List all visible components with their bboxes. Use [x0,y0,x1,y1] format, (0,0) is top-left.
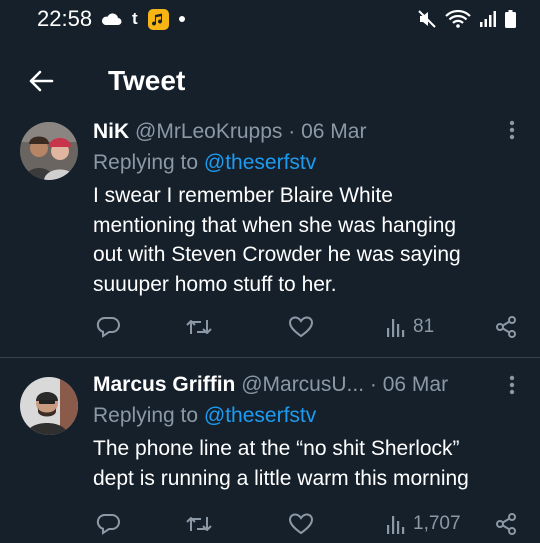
retweet-icon [186,320,212,334]
replying-to-handle[interactable]: @theserfstv [204,404,316,427]
status-bar: 22:58 t [0,0,540,40]
tweet-date[interactable]: 06 Mar [301,120,366,143]
views-button[interactable]: 1,707 [385,509,461,539]
tweet-text-line: I swear I remember Blaire White [93,184,393,207]
tweet-text-line: dept is running a little warm this morni… [93,466,469,490]
tweet-text: The phone line at the “no shit Sherlock”… [93,434,520,493]
notification-dot-icon [178,16,185,22]
views-count: 81 [413,316,435,337]
mute-icon [418,10,436,28]
tweet-actions: 81 [93,312,520,342]
views-icon [387,516,405,534]
music-app-icon [147,8,169,30]
like-icon [288,513,314,535]
replying-to-handle[interactable]: @theserfstv [204,151,316,174]
more-vertical-icon [509,120,515,140]
tweet-date[interactable]: 06 Mar [383,373,448,396]
views-icon [387,319,405,337]
back-arrow-icon [29,70,54,92]
status-right-icons [417,7,516,31]
replying-to-label: Replying to [93,404,199,427]
status-left-icons: t [100,7,185,31]
more-vertical-icon [509,375,515,395]
tweet-reply[interactable]: Marcus Griffin @MarcusU... · 06 Mar Repl… [0,359,540,543]
replying-to-label: Replying to [93,151,199,174]
tweet-header: Tweet [0,56,540,108]
cloud-icon [101,13,122,25]
share-button[interactable] [494,312,518,342]
reply-button[interactable] [95,509,121,539]
author-handle[interactable]: @MrLeoKrupps [135,120,282,143]
views-button[interactable]: 81 [385,312,434,342]
share-icon [496,316,516,338]
reply-icon [96,514,120,535]
tweet-body: Marcus Griffin @MarcusU... · 06 Mar Repl… [93,371,520,493]
replying-to: Replying to @theserfstv [93,149,520,177]
retweet-icon [186,517,212,531]
back-button[interactable] [24,64,58,98]
like-button[interactable] [288,312,314,342]
status-time: 22:58 [37,6,93,31]
reply-icon [96,317,120,338]
views-count: 1,707 [413,513,461,534]
share-icon [496,513,516,535]
avatar[interactable] [20,377,78,435]
like-icon [288,316,314,338]
tweet-text-line: suuuper homo stuff to her. [93,272,337,296]
like-button[interactable] [288,509,314,539]
retweet-button[interactable] [185,312,213,342]
meta-separator: · [288,120,296,143]
signal-icon [480,11,496,27]
app-notification-icon: t [132,9,138,28]
wifi-icon [445,10,471,28]
tweet-meta: NiK @MrLeoKrupps · 06 Mar [93,118,520,146]
tweet-actions: 1,707 [93,509,520,539]
tweet-reply[interactable]: NiK @MrLeoKrupps · 06 Mar Replying to @t… [0,112,540,358]
tweet-text-line: out with Steven Crowder he was saying [93,243,461,266]
retweet-button[interactable] [185,509,213,539]
tweet-meta: Marcus Griffin @MarcusU... · 06 Mar [93,371,520,399]
share-button[interactable] [494,509,518,539]
tweet-body: NiK @MrLeoKrupps · 06 Mar Replying to @t… [93,118,520,299]
avatar[interactable] [20,122,78,180]
battery-icon [505,10,516,28]
author-handle[interactable]: @MarcusU... [241,373,364,396]
tweet-text-line: The phone line at the “no shit Sherlock” [93,437,460,460]
more-options-button[interactable] [502,371,522,399]
tweet-text-line: mentioning that when she was hanging [93,213,457,237]
more-options-button[interactable] [502,116,522,144]
page-title: Tweet [108,65,186,96]
reply-button[interactable] [95,312,121,342]
tweet-text: I swear I remember Blaire White mentioni… [93,181,520,299]
replying-to: Replying to @theserfstv [93,402,520,430]
author-name[interactable]: NiK [93,120,129,143]
meta-separator: · [369,373,377,396]
author-name[interactable]: Marcus Griffin [93,373,235,396]
